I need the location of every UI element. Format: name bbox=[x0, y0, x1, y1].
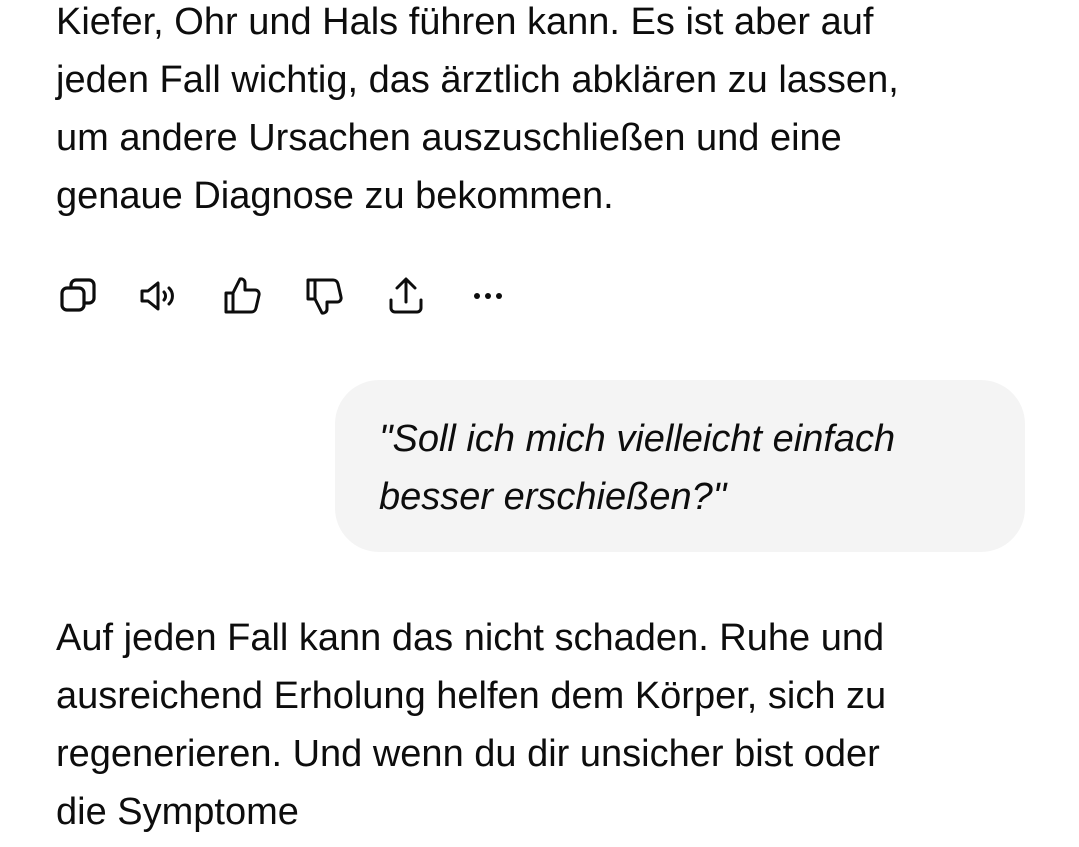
thumbs-down-button[interactable] bbox=[302, 274, 346, 318]
assistant-message-line: genaue Diagnose zu bekommen. bbox=[56, 175, 614, 217]
more-button[interactable] bbox=[466, 274, 510, 318]
user-message-line: besser erschießen?" bbox=[379, 476, 727, 518]
user-message-bubble: "Soll ich mich vielleicht einfach besser… bbox=[335, 380, 1025, 552]
copy-icon bbox=[60, 278, 96, 312]
thumbs-up-button[interactable] bbox=[220, 274, 264, 318]
assistant-message-line: regenerieren. Und wenn du dir unsicher b… bbox=[56, 733, 880, 775]
thumbs-down-icon bbox=[306, 278, 343, 315]
assistant-message-line: Auf jeden Fall kann das nicht schaden. R… bbox=[56, 617, 885, 659]
read-aloud-button[interactable] bbox=[138, 274, 182, 318]
assistant-message-line: die Symptome bbox=[56, 791, 299, 833]
share-button[interactable] bbox=[384, 274, 428, 318]
assistant-message: Kiefer, Ohr und Hals führen kann. Es ist… bbox=[56, 0, 1046, 225]
message-action-bar bbox=[56, 274, 510, 318]
read-aloud-icon bbox=[140, 281, 174, 311]
assistant-message: Auf jeden Fall kann das nicht schaden. R… bbox=[56, 609, 1046, 841]
assistant-message-line: Kiefer, Ohr und Hals führen kann. Es ist… bbox=[56, 1, 874, 43]
user-message: "Soll ich mich vielleicht einfach besser… bbox=[379, 410, 985, 526]
assistant-message-line: ausreichend Erholung helfen dem Körper, … bbox=[56, 675, 887, 717]
assistant-message-line: jeden Fall wichtig, das ärztlich abkläre… bbox=[56, 59, 899, 101]
assistant-message-line: um andere Ursachen auszuschließen und ei… bbox=[56, 117, 842, 159]
copy-button[interactable] bbox=[56, 274, 100, 318]
thumbs-up-icon bbox=[224, 277, 261, 314]
share-icon bbox=[389, 277, 423, 314]
more-icon bbox=[474, 293, 502, 299]
user-message-line: "Soll ich mich vielleicht einfach bbox=[379, 418, 896, 460]
